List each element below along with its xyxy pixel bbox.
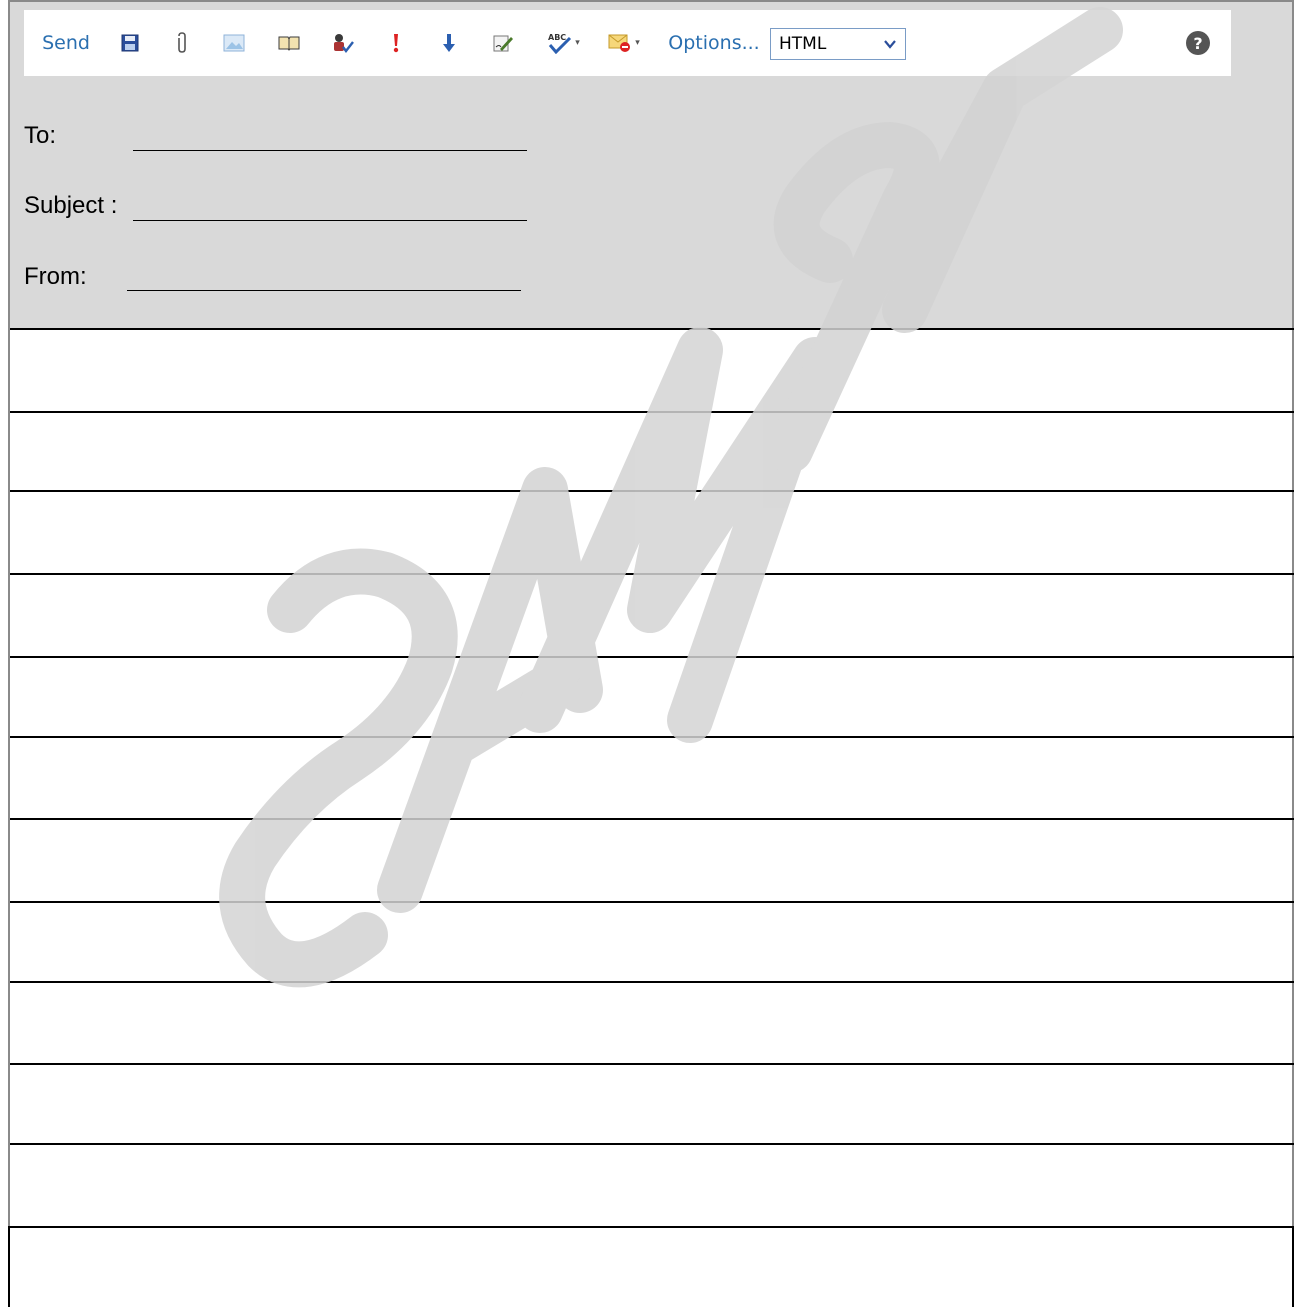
body-rule <box>10 818 1294 820</box>
body-rule <box>10 1143 1294 1145</box>
insert-image-icon <box>223 34 245 52</box>
high-importance-icon <box>393 34 399 53</box>
send-label: Send <box>42 32 90 54</box>
body-rule <box>10 411 1294 413</box>
high-importance-button[interactable] <box>386 10 406 76</box>
send-button[interactable]: Send <box>40 10 92 76</box>
insert-image-button[interactable] <box>221 10 247 76</box>
check-names-icon <box>334 34 354 53</box>
signature-button[interactable] <box>490 10 516 76</box>
toolbar: Send ABC ▾ ▾ Options... ? <box>24 10 1231 76</box>
signature-icon <box>493 35 513 52</box>
svg-text:?: ? <box>1193 34 1202 53</box>
body-rule <box>10 490 1294 492</box>
body-rule <box>10 656 1294 658</box>
body-rule <box>10 328 1294 330</box>
check-names-button[interactable] <box>329 10 357 76</box>
body-rule <box>10 573 1294 575</box>
body-rule <box>10 901 1294 903</box>
save-button[interactable] <box>118 10 142 76</box>
address-book-icon <box>278 36 300 51</box>
options-label: Options... <box>668 32 760 54</box>
low-importance-icon <box>443 34 455 52</box>
chevron-down-icon: ▾ <box>575 38 580 48</box>
spelling-dropdown[interactable]: ABC ▾ <box>540 10 586 76</box>
svg-text:ABC: ABC <box>548 33 566 42</box>
format-select[interactable]: HTML <box>770 28 906 60</box>
spelling-icon: ABC <box>548 33 572 54</box>
attach-icon <box>178 32 186 53</box>
options-button[interactable]: Options... <box>664 10 764 76</box>
from-label: From: <box>24 263 87 290</box>
subject-label: Subject : <box>24 192 118 219</box>
to-label: To: <box>24 122 57 149</box>
help-button[interactable]: ? <box>1179 10 1217 76</box>
body-rule <box>10 736 1294 738</box>
attach-button[interactable] <box>170 10 194 76</box>
format-select-value: HTML <box>779 34 827 54</box>
address-book-button[interactable] <box>275 10 303 76</box>
help-icon: ? <box>1186 31 1210 55</box>
from-field[interactable] <box>127 290 521 291</box>
body-rule <box>10 1063 1294 1065</box>
message-body-area[interactable] <box>8 1226 1294 1307</box>
low-importance-button[interactable] <box>438 10 460 76</box>
permission-icon <box>608 34 631 52</box>
body-rule <box>10 981 1294 983</box>
permission-dropdown[interactable]: ▾ <box>601 10 647 76</box>
chevron-down-icon: ▾ <box>635 38 640 48</box>
subject-field[interactable] <box>133 220 527 221</box>
chevron-down-icon <box>881 34 899 54</box>
save-icon <box>121 34 139 52</box>
to-field[interactable] <box>133 150 527 151</box>
